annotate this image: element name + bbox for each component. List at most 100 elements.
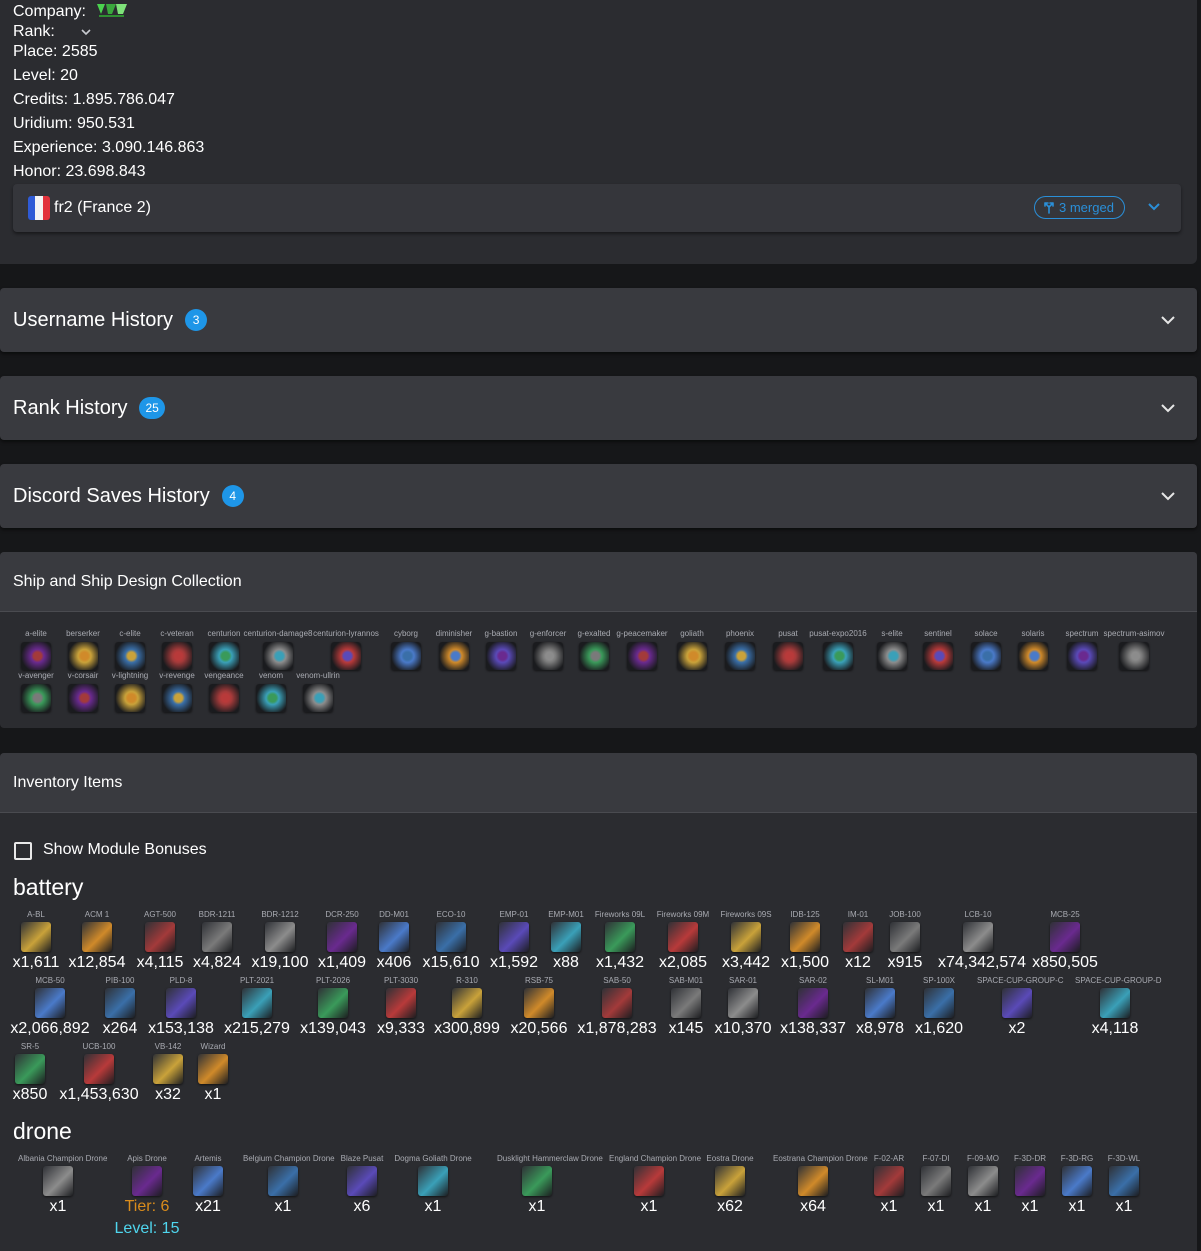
- inventory-item[interactable]: SPACE-CUP-GROUP-D x4,118: [1075, 975, 1162, 1039]
- inventory-item[interactable]: R-310 x300,899: [427, 975, 507, 1039]
- item-name: Eostra Drone: [706, 1154, 754, 1163]
- experience-row: Experience: 3.090.146.863: [13, 138, 204, 158]
- item-name: UCB-100: [82, 1042, 116, 1051]
- inventory-item[interactable]: MCB-25 x850,505: [1025, 909, 1105, 973]
- item-name: PLT-2021: [239, 976, 275, 985]
- ship-image: [209, 642, 239, 670]
- item-image: [551, 922, 581, 952]
- inventory-item[interactable]: Eostra Drone x62: [690, 1153, 770, 1217]
- item-name: Belgium Champion Drone: [243, 1154, 335, 1163]
- ship-item[interactable]: centurion-damage8: [244, 629, 312, 671]
- section-title-text: Discord Saves History: [13, 485, 210, 507]
- ship-name: venom-ullrin: [296, 671, 340, 680]
- uridium-value: 950.531: [77, 115, 135, 132]
- ship-image: [677, 642, 707, 670]
- item-image: [132, 1166, 162, 1196]
- uridium-row: Uridium: 950.531: [13, 114, 135, 134]
- honor-row: Honor: 23.698.843: [13, 162, 146, 182]
- company-row: Company:: [13, 2, 128, 22]
- item-name: JOB-100: [889, 910, 921, 919]
- item-quantity: x1: [274, 1198, 292, 1215]
- inventory-item[interactable]: SAR-01 x10,370: [703, 975, 783, 1039]
- item-image: [198, 1054, 228, 1084]
- merged-badge[interactable]: 3 merged: [1034, 196, 1125, 219]
- ship-item[interactable]: venom-ullrin: [292, 671, 344, 713]
- ship-collection-title: Ship and Ship Design Collection: [0, 552, 1197, 612]
- inventory-item[interactable]: RSB-75 x20,566: [499, 975, 579, 1039]
- inventory-item[interactable]: SP-100X x1,620: [899, 975, 979, 1039]
- item-image: [35, 988, 65, 1018]
- inventory-item[interactable]: F-3D-WL x1: [1084, 1153, 1164, 1217]
- inventory-item[interactable]: SPACE-CUP-GROUP-C x2: [977, 975, 1064, 1039]
- item-quantity: x1: [640, 1198, 658, 1215]
- show-bonuses-label[interactable]: Show Module Bonuses: [43, 841, 207, 859]
- item-image: [1002, 988, 1032, 1018]
- item-quantity: x915: [887, 954, 923, 971]
- rank-history-title: Rank History 25: [13, 396, 165, 420]
- inventory-item[interactable]: Artemis x21: [168, 1153, 248, 1217]
- item-name: SP-100X: [922, 976, 956, 985]
- honor-value: 23.698.843: [65, 163, 146, 180]
- item-image: [798, 988, 828, 1018]
- inventory-title: Inventory Items: [0, 753, 1197, 813]
- count-badge: 25: [139, 397, 165, 419]
- rank-icon: [81, 29, 91, 36]
- item-quantity: x1: [204, 1086, 222, 1103]
- chevron-down-icon[interactable]: [1147, 200, 1161, 214]
- inventory-item[interactable]: UCB-100 x1,453,630: [59, 1041, 139, 1105]
- item-image: [890, 922, 920, 952]
- server-name: fr2 (France 2): [54, 199, 151, 216]
- inventory-item[interactable]: Blaze Pusat x6: [322, 1153, 402, 1217]
- item-image: [524, 988, 554, 1018]
- ship-image: [391, 642, 421, 670]
- rank-history-section[interactable]: Rank History 25: [0, 376, 1197, 440]
- ship-image: [1067, 642, 1097, 670]
- ship-item[interactable]: centurion-lyrannos: [313, 629, 379, 671]
- company-label: Company:: [13, 3, 86, 20]
- inventory-item[interactable]: LCB-10 x74,342,574: [938, 909, 1027, 973]
- ship-image: [971, 642, 1001, 670]
- section-title-text: Rank History: [13, 397, 128, 419]
- chevron-down-icon[interactable]: [1160, 314, 1176, 326]
- item-quantity: x62: [717, 1198, 743, 1215]
- inventory-item[interactable]: Wizard x1: [173, 1041, 253, 1105]
- item-name: Wizard: [200, 1042, 226, 1051]
- chevron-down-icon[interactable]: [1160, 490, 1176, 502]
- username-history-section[interactable]: Username History 3: [0, 288, 1197, 352]
- item-image: [790, 922, 820, 952]
- server-panel[interactable]: fr2 (France 2) 3 merged: [13, 184, 1181, 232]
- ship-item[interactable]: spectrum-asimov: [1104, 629, 1164, 671]
- item-image: [15, 1054, 45, 1084]
- inventory-item[interactable]: Dogma Goliath Drone x1: [393, 1153, 473, 1217]
- ship-image: [923, 642, 953, 670]
- item-quantity: x74,342,574: [938, 954, 1027, 971]
- chevron-down-icon[interactable]: [1160, 402, 1176, 414]
- inventory-item[interactable]: PLD-8 x153,138: [141, 975, 221, 1039]
- inventory-item[interactable]: Belgium Champion Drone x1: [243, 1153, 335, 1217]
- item-name: Eostrana Champion Drone: [773, 1154, 868, 1163]
- honor-label: Honor:: [13, 163, 62, 180]
- discord-history-section[interactable]: Discord Saves History 4: [0, 464, 1197, 528]
- item-image: [522, 1166, 552, 1196]
- section-title-text: Username History: [13, 309, 174, 331]
- level-row: Level: 20: [13, 66, 78, 86]
- inventory-item[interactable]: PLT-2021 x215,279: [217, 975, 297, 1039]
- level-value: 20: [60, 67, 78, 84]
- ship-image: [331, 642, 361, 670]
- inventory-item[interactable]: Eostrana Champion Drone x64: [773, 1153, 868, 1217]
- item-image: [242, 988, 272, 1018]
- inventory-item[interactable]: MCB-50 x2,066,892: [10, 975, 90, 1039]
- inventory-item[interactable]: Dusklight Hammerclaw Drone x1: [497, 1153, 603, 1217]
- inventory-item[interactable]: England Champion Drone x1: [609, 1153, 701, 1217]
- inventory-item[interactable]: SAB-50 x1,878,283: [577, 975, 657, 1039]
- place-row: Place: 2585: [13, 42, 98, 62]
- place-label: Place:: [13, 43, 58, 60]
- inventory-item[interactable]: Albania Champion Drone x1: [18, 1153, 107, 1217]
- item-name: Blaze Pusat: [340, 1154, 384, 1163]
- item-image: [145, 922, 175, 952]
- item-quantity: x215,279: [224, 1020, 290, 1037]
- item-name: RSB-75: [524, 976, 553, 985]
- show-bonuses-checkbox[interactable]: [14, 842, 32, 860]
- inventory-item[interactable]: JOB-100 x915: [865, 909, 945, 973]
- company-logo-icon: [97, 4, 128, 17]
